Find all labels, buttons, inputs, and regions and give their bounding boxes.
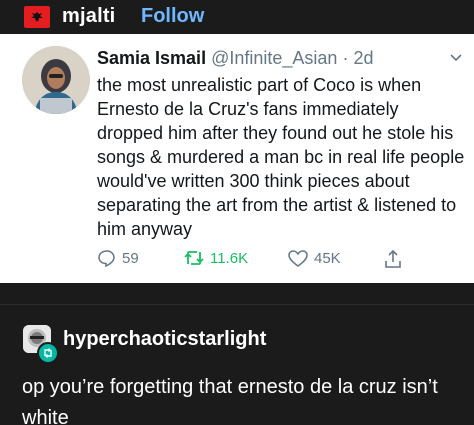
tweet-avatar	[22, 46, 90, 114]
post-header: mjalti Follow	[0, 0, 474, 34]
tweet-actions: 59 11.6K 45K	[97, 248, 467, 274]
follow-button[interactable]: Follow	[141, 5, 204, 28]
tweet-time[interactable]: 2d	[353, 48, 373, 68]
retweet-button[interactable]: 11.6K	[183, 248, 248, 268]
tweet-header: Samia Ismail @Infinite_Asian · 2d	[97, 48, 457, 69]
retweet-count: 11.6K	[210, 249, 249, 267]
reply-icon	[98, 250, 115, 268]
tweet-handle[interactable]: @Infinite_Asian	[211, 48, 337, 68]
share-button[interactable]	[383, 248, 408, 270]
reply-count: 59	[122, 249, 139, 267]
tweet-text: the most unrealistic part of Coco is whe…	[97, 75, 465, 239]
profile-photo	[22, 46, 90, 114]
tweet-author-name[interactable]: Samia Ismail	[97, 48, 206, 68]
reblog-text: op you’re forgetting that ernesto de la …	[22, 376, 438, 425]
reblog-icon	[37, 342, 59, 364]
tweet-screenshot: Samia Ismail @Infinite_Asian · 2d the mo…	[0, 34, 474, 283]
post-username[interactable]: mjalti	[62, 5, 115, 28]
retweet-icon	[184, 251, 204, 265]
chevron-down-icon[interactable]	[448, 50, 464, 66]
divider	[0, 304, 474, 305]
heart-icon	[288, 250, 308, 267]
albanian-flag-icon	[31, 12, 43, 22]
reply-button[interactable]: 59	[97, 248, 139, 268]
reblog-username[interactable]: hyperchaoticstarlight	[63, 328, 266, 351]
avatar[interactable]	[24, 6, 50, 28]
like-count: 45K	[314, 249, 341, 267]
tweet-separator: ·	[342, 48, 349, 68]
tumblr-post: mjalti Follow Samia Ismail @Infinite_Asi…	[0, 0, 474, 425]
share-icon	[385, 249, 401, 268]
like-button[interactable]: 45K	[287, 248, 341, 268]
